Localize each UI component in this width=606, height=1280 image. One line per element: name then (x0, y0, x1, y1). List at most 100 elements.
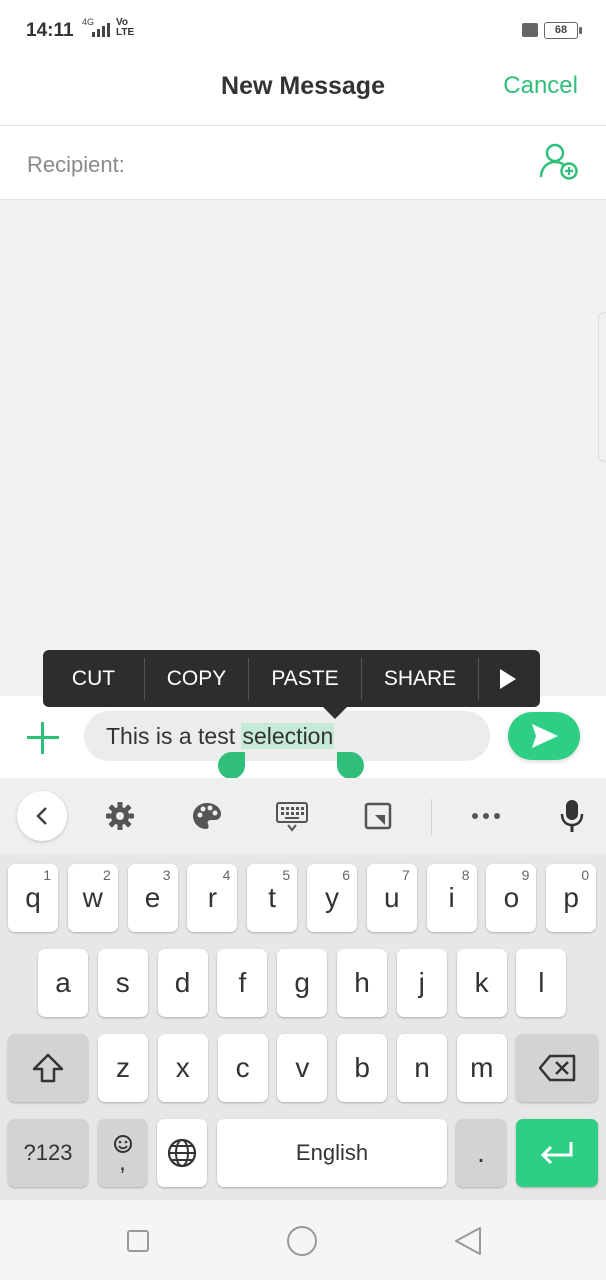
key-q[interactable]: q1 (8, 864, 58, 932)
more-options-button[interactable] (479, 650, 537, 707)
key-label: w (82, 882, 103, 913)
key-label: e (144, 882, 161, 913)
paste-button[interactable]: PASTE (249, 650, 361, 707)
key-j[interactable]: j (396, 949, 447, 1017)
key-label: r (207, 882, 218, 913)
key-z[interactable]: z (98, 1034, 148, 1102)
toolbar-divider (431, 799, 432, 835)
key-c[interactable]: c (217, 1034, 268, 1102)
key-n[interactable]: n (397, 1034, 447, 1102)
key-w[interactable]: w2 (67, 864, 118, 932)
key-s[interactable]: s (97, 949, 148, 1017)
resize-icon (364, 802, 392, 830)
send-icon (532, 724, 558, 748)
share-button[interactable]: SHARE (362, 650, 478, 707)
key-k[interactable]: k (456, 949, 507, 1017)
key-y[interactable]: y6 (307, 864, 357, 932)
recipient-field[interactable]: Recipient: (27, 152, 125, 178)
battery-icon: 68 (544, 22, 582, 39)
more-dots-icon (472, 813, 500, 819)
keyboard-icon (276, 802, 308, 832)
volte-icon: Vo LTE (116, 17, 135, 38)
key-hint: 4 (222, 867, 231, 883)
recents-icon[interactable] (126, 1229, 150, 1253)
add-contact-icon[interactable] (538, 140, 580, 182)
key-l[interactable]: l (516, 949, 567, 1017)
menu-pointer (322, 706, 348, 719)
key-i[interactable]: i8 (426, 864, 477, 932)
key-h[interactable]: h (337, 949, 387, 1017)
key-label: t (268, 882, 277, 913)
key-t[interactable]: t5 (247, 864, 298, 932)
settings-button[interactable] (98, 794, 142, 838)
language-key[interactable] (157, 1119, 207, 1187)
backspace-icon (538, 1054, 576, 1082)
shift-arrow-icon (32, 1053, 64, 1083)
status-time: 14:11 (26, 20, 74, 41)
key-hint: 0 (581, 867, 590, 883)
key-p[interactable]: p0 (546, 864, 597, 932)
key-m[interactable]: m (456, 1034, 507, 1102)
key-o[interactable]: o9 (486, 864, 537, 932)
period-key[interactable]: . (456, 1119, 506, 1187)
space-key[interactable]: English (217, 1119, 447, 1187)
key-hint: 7 (402, 867, 410, 883)
system-nav-bar (0, 1200, 606, 1280)
more-tools-button[interactable] (464, 794, 508, 838)
selection-handle-start[interactable] (218, 752, 245, 779)
collapse-toolbar-button[interactable] (17, 791, 67, 841)
key-label: y (325, 882, 339, 913)
key-hint: 3 (162, 867, 171, 883)
selected-text[interactable]: selection (241, 723, 335, 749)
play-arrow-icon (500, 668, 516, 689)
back-icon[interactable] (454, 1226, 482, 1256)
signal-icon (92, 23, 110, 37)
key-r[interactable]: r4 (187, 864, 238, 932)
keyboard-toolbar (0, 778, 606, 854)
key-hint: 8 (461, 867, 470, 883)
message-input[interactable]: This is a test selection (84, 711, 490, 761)
add-attachment-icon[interactable] (27, 722, 59, 754)
scroll-indicator (598, 312, 606, 462)
key-label: i (448, 882, 455, 913)
key-e[interactable]: e3 (127, 864, 178, 932)
message-text: This is a test (106, 723, 242, 749)
recipient-row[interactable]: Recipient: (0, 126, 606, 200)
key-label: q (25, 882, 41, 913)
voice-input-button[interactable] (550, 794, 594, 838)
key-hint: 5 (282, 867, 291, 883)
key-u[interactable]: u7 (366, 864, 417, 932)
symbols-key[interactable]: ?123 (8, 1119, 88, 1187)
enter-key[interactable] (516, 1119, 598, 1187)
key-a[interactable]: a (38, 949, 88, 1017)
keyboard-layout-button[interactable] (270, 794, 314, 838)
key-d[interactable]: d (157, 949, 208, 1017)
key-hint: 2 (103, 867, 111, 883)
home-icon[interactable] (286, 1225, 318, 1257)
key-b[interactable]: b (337, 1034, 388, 1102)
gear-icon (106, 802, 134, 830)
selection-handle-end[interactable] (337, 752, 364, 779)
key-x[interactable]: x (157, 1034, 208, 1102)
keyboard: q1w2e3r4t5y6u7i8o9p0 asdfghjkl zxcvbnm ?… (0, 778, 606, 1200)
app-header: New Message Cancel (0, 62, 606, 126)
key-g[interactable]: g (277, 949, 328, 1017)
cut-button[interactable]: CUT (43, 650, 144, 707)
key-hint: 9 (521, 867, 530, 883)
key-f[interactable]: f (217, 949, 268, 1017)
shift-key[interactable] (8, 1034, 88, 1102)
enter-icon (540, 1142, 573, 1165)
one-hand-mode-button[interactable] (356, 794, 400, 838)
emoji-key[interactable]: , (98, 1119, 147, 1187)
key-label: p (563, 882, 579, 913)
backspace-key[interactable] (516, 1034, 598, 1102)
send-button[interactable] (508, 712, 580, 760)
cancel-button[interactable]: Cancel (503, 72, 578, 100)
key-v[interactable]: v (277, 1034, 328, 1102)
key-hint: 1 (43, 867, 51, 883)
copy-button[interactable]: COPY (145, 650, 248, 707)
theme-button[interactable] (185, 794, 229, 838)
status-bar: 14:11 4G Vo LTE 68 (0, 0, 606, 62)
sim-icon (522, 23, 538, 37)
globe-icon (167, 1138, 197, 1168)
